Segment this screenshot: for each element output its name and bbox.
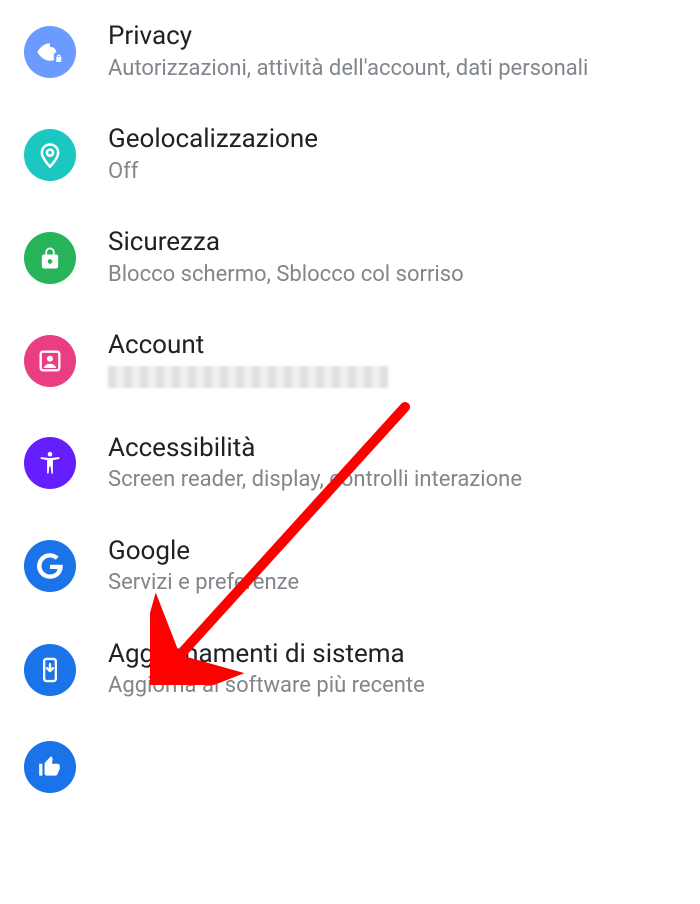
settings-list: Privacy Autorizzazioni, attività dell'ac…: [0, 0, 700, 793]
settings-item-geo[interactable]: Geolocalizzazione Off: [0, 103, 700, 206]
settings-item-title: Account: [108, 329, 676, 362]
settings-item-text: Google Servizi e preferenze: [108, 535, 676, 598]
account-email-redacted: [108, 366, 388, 388]
system-update-icon: [24, 644, 76, 696]
settings-item-text: Aggiornamenti di sistema Aggiorna al sof…: [108, 638, 676, 701]
google-g-icon: [24, 540, 76, 592]
settings-item-text: Accessibilità Screen reader, display, co…: [108, 432, 676, 495]
person-box-icon: [24, 335, 76, 387]
settings-item-subtitle: Aggiorna al software più recente: [108, 672, 676, 701]
settings-item-update[interactable]: Aggiornamenti di sistema Aggiorna al sof…: [0, 618, 700, 721]
settings-item-subtitle: Off: [108, 158, 676, 187]
accessibility-icon: [24, 437, 76, 489]
eye-lock-icon: [24, 26, 76, 78]
settings-item-title: Sicurezza: [108, 226, 676, 259]
settings-item-subtitle: Screen reader, display, controlli intera…: [108, 466, 676, 495]
settings-item-title: Privacy: [108, 20, 676, 53]
settings-item-privacy[interactable]: Privacy Autorizzazioni, attività dell'ac…: [0, 0, 700, 103]
settings-item-rate[interactable]: [0, 721, 700, 793]
settings-item-title: Geolocalizzazione: [108, 123, 676, 156]
thumb-up-icon: [24, 741, 76, 793]
settings-item-accessibility[interactable]: Accessibilità Screen reader, display, co…: [0, 412, 700, 515]
settings-item-google[interactable]: Google Servizi e preferenze: [0, 515, 700, 618]
lock-icon: [24, 232, 76, 284]
settings-item-text: Account: [108, 329, 676, 392]
settings-item-text: Geolocalizzazione Off: [108, 123, 676, 186]
settings-item-title: Google: [108, 535, 676, 568]
settings-item-text: Sicurezza Blocco schermo, Sblocco col so…: [108, 226, 676, 289]
settings-item-title: Aggiornamenti di sistema: [108, 638, 676, 671]
settings-item-subtitle: Blocco schermo, Sblocco col sorriso: [108, 261, 676, 290]
settings-item-subtitle: Servizi e preferenze: [108, 569, 676, 598]
settings-item-title: Accessibilità: [108, 432, 676, 465]
location-pin-icon: [24, 129, 76, 181]
settings-item-account[interactable]: Account: [0, 309, 700, 412]
settings-item-text: Privacy Autorizzazioni, attività dell'ac…: [108, 20, 676, 83]
settings-item-subtitle: Autorizzazioni, attività dell'account, d…: [108, 55, 676, 84]
settings-item-security[interactable]: Sicurezza Blocco schermo, Sblocco col so…: [0, 206, 700, 309]
